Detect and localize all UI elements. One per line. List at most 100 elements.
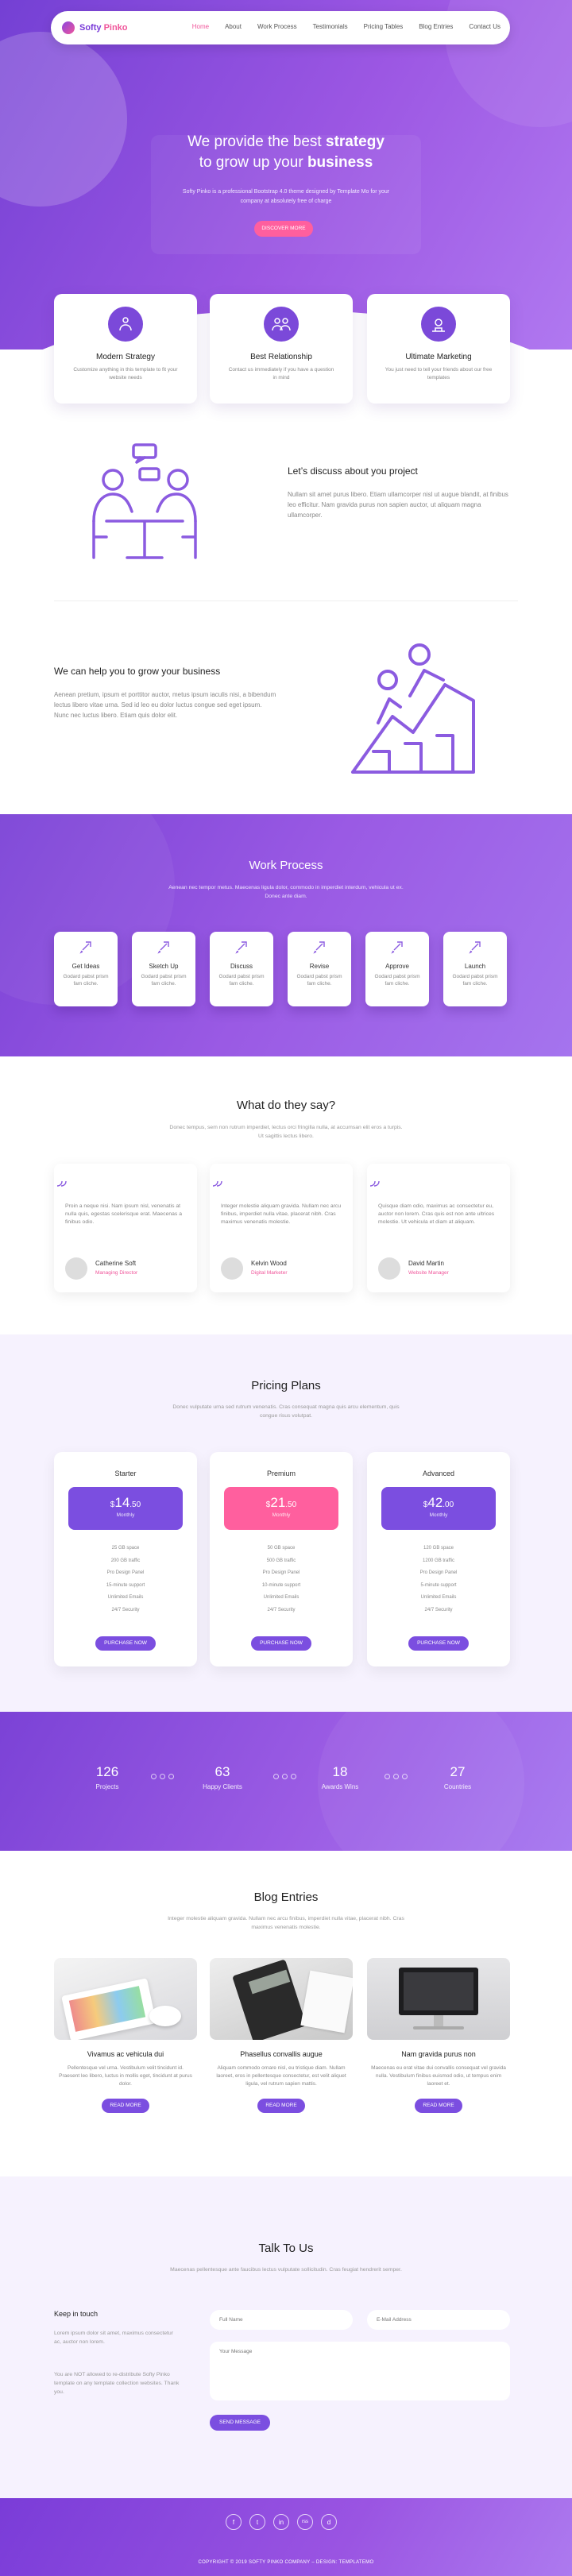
blog-card: Nam gravida purus non Maecenas eu erat v… <box>367 1958 510 2113</box>
process-title: Discuss <box>230 963 253 970</box>
process-text: Godard pabst prism fam cliche. <box>452 974 498 987</box>
process-text: Godard pabst prism fam cliche. <box>296 974 342 987</box>
linkedin-icon[interactable]: in <box>273 2514 289 2530</box>
blog-title: Blog Entries <box>253 1890 319 1904</box>
logo-icon <box>62 21 75 34</box>
price-box: $42.00 Monthly <box>381 1487 496 1530</box>
nav-menu: Home About Work Process Testimonials Pri… <box>192 23 500 30</box>
lightbulb-icon <box>79 941 91 954</box>
feature-text: Customize anything in this template to f… <box>73 367 178 380</box>
testimonial-text: Quisque diam odio, maximus ac consectetu… <box>378 1203 495 1225</box>
pencil-icon <box>157 941 169 954</box>
process-text: Godard pabst prism fam cliche. <box>218 974 265 987</box>
hero-title: We provide the best strategy to grow up … <box>187 133 385 171</box>
nav-pricing[interactable]: Pricing Tables <box>364 23 404 30</box>
testimonials-subtitle: Donec tempus, sem non rutrum imperdiet, … <box>169 1125 403 1139</box>
nav-home[interactable]: Home <box>192 23 209 30</box>
blog-post-title[interactable]: Phasellus convallis augue <box>210 2050 353 2058</box>
contact-subtitle: Maecenas pellentesque ante faucibus lect… <box>170 2267 402 2273</box>
testimonial-card: Quisque diam odio, maximus ac consectetu… <box>367 1164 510 1292</box>
plan-name: Premium <box>266 1470 296 1477</box>
full-name-input[interactable]: Full Name <box>210 2310 353 2330</box>
discover-more-button[interactable]: DISCOVER MORE <box>254 221 313 237</box>
purchase-button[interactable]: PURCHASE NOW <box>251 1636 311 1651</box>
nav-about[interactable]: About <box>225 23 242 30</box>
pricing-card: Advanced $42.00 Monthly 120 GB space 1200… <box>367 1452 510 1666</box>
blog-post-title[interactable]: Vivamus ac vehicula dui <box>54 2050 197 2058</box>
testimonial-text: Integer molestie aliquam gravida. Nullam… <box>221 1203 342 1225</box>
plan-features: 50 GB space 500 GB traffic Pro Design Pane… <box>261 1546 301 1612</box>
discussion-illustration <box>92 443 197 559</box>
strategy-icon <box>108 307 143 342</box>
process-card: Revise Godard pabst prism fam cliche. <box>288 932 351 1006</box>
twitter-icon[interactable]: t <box>249 2514 265 2530</box>
nav-contact[interactable]: Contact Us <box>469 23 500 30</box>
avatar <box>221 1257 243 1280</box>
plan-name: Starter <box>114 1470 137 1477</box>
quote-icon <box>212 1180 222 1187</box>
process-text: Godard pabst prism fam cliche. <box>374 974 420 987</box>
blog-image[interactable] <box>54 1958 197 2040</box>
blog-image[interactable] <box>367 1958 510 2040</box>
nav-work-process[interactable]: Work Process <box>257 23 297 30</box>
growth-illustration <box>351 643 475 774</box>
feature-card: Modern Strategy Customize anything in th… <box>54 294 197 404</box>
send-message-button[interactable]: SEND MESSAGE <box>210 2415 270 2431</box>
work-subtitle: Aenean nec tempor metus. Maecenas ligula… <box>168 885 404 899</box>
message-textarea[interactable]: Your Message <box>210 2342 510 2400</box>
testimonial-card: Proin a neque nisi. Nam ipsum nisl, vene… <box>54 1164 197 1292</box>
facebook-icon[interactable]: f <box>226 2514 242 2530</box>
revise-icon <box>313 941 325 954</box>
price-box: $21.50 Monthly <box>224 1487 338 1530</box>
work-title: Work Process <box>249 859 323 872</box>
process-title: Launch <box>464 963 486 970</box>
process-card: Get Ideas Godard pabst prism fam cliche. <box>54 932 118 1006</box>
process-text: Godard pabst prism fam cliche. <box>63 974 109 987</box>
process-card: Sketch Up Godard pabst prism fam cliche. <box>132 932 195 1006</box>
purchase-button[interactable]: PURCHASE NOW <box>408 1636 469 1651</box>
blog-subtitle: Integer molestie aliquam gravida. Nullam… <box>168 1916 404 1930</box>
testimonial-name: Kelvin Wood <box>251 1260 287 1267</box>
chat-icon <box>235 941 247 954</box>
quote-icon <box>369 1180 380 1187</box>
about-text: Nullam sit amet purus libero. Etiam ulla… <box>288 491 508 519</box>
testimonial-name: Catherine Soft <box>95 1260 137 1267</box>
testimonials-title: What do they say? <box>236 1099 336 1112</box>
navbar: Softy Pinko Home About Work Process Test… <box>51 11 510 44</box>
about-title: Let’s discuss about you project <box>288 465 418 477</box>
process-text: Godard pabst prism fam cliche. <box>141 974 187 987</box>
contact-title: Talk To Us <box>258 2242 314 2255</box>
avatar <box>65 1257 87 1280</box>
footer: f t in rss d COPYRIGHT © 2019 SOFTY PINK… <box>0 2498 572 2576</box>
process-card: Launch Godard pabst prism fam cliche. <box>443 932 507 1006</box>
nav-testimonials[interactable]: Testimonials <box>313 23 348 30</box>
license-text: You are NOT allowed to re-distribute Sof… <box>54 2372 180 2395</box>
read-more-button[interactable]: READ MORE <box>257 2099 305 2113</box>
process-card: Approve Godard pabst prism fam cliche. <box>365 932 429 1006</box>
blog-image[interactable] <box>210 1958 353 2040</box>
hero-decor <box>0 32 127 207</box>
purchase-button[interactable]: PURCHASE NOW <box>95 1636 156 1651</box>
approve-icon <box>391 941 403 954</box>
quote-icon <box>56 1180 67 1187</box>
nav-blog[interactable]: Blog Entries <box>419 23 453 30</box>
feature-card: Ultimate Marketing You just need to tell… <box>367 294 510 404</box>
about-text: Aenean pretium, ipsum et porttitor aucto… <box>54 691 276 719</box>
rss-icon[interactable]: rss <box>297 2514 313 2530</box>
blog-post-title[interactable]: Nam gravida purus non <box>367 2050 510 2058</box>
feature-text: You just need to tell your friends about… <box>385 367 493 380</box>
dribbble-icon[interactable]: d <box>321 2514 337 2530</box>
read-more-button[interactable]: READ MORE <box>415 2099 462 2113</box>
read-more-button[interactable]: READ MORE <box>102 2099 149 2113</box>
email-input[interactable]: E-Mail Address <box>367 2310 510 2330</box>
rocket-icon <box>469 941 481 954</box>
blog-post-text: Aliquam commodo ornare nisl, eu tristiqu… <box>216 2065 346 2087</box>
plan-name: Advanced <box>422 1470 455 1477</box>
stat-awards: 18 Awards Wins <box>321 1764 359 1790</box>
hero-subtitle: Softy Pinko is a professional Bootstrap … <box>182 189 390 204</box>
logo[interactable]: Softy Pinko <box>62 21 128 34</box>
price-box: $14.50 Monthly <box>68 1487 183 1530</box>
about-title: We can help you to grow your business <box>54 666 221 677</box>
testimonial-role: Digital Marketer <box>251 1270 288 1276</box>
pricing-card: Starter $14.50 Monthly 25 GB space 200 GB… <box>54 1452 197 1666</box>
